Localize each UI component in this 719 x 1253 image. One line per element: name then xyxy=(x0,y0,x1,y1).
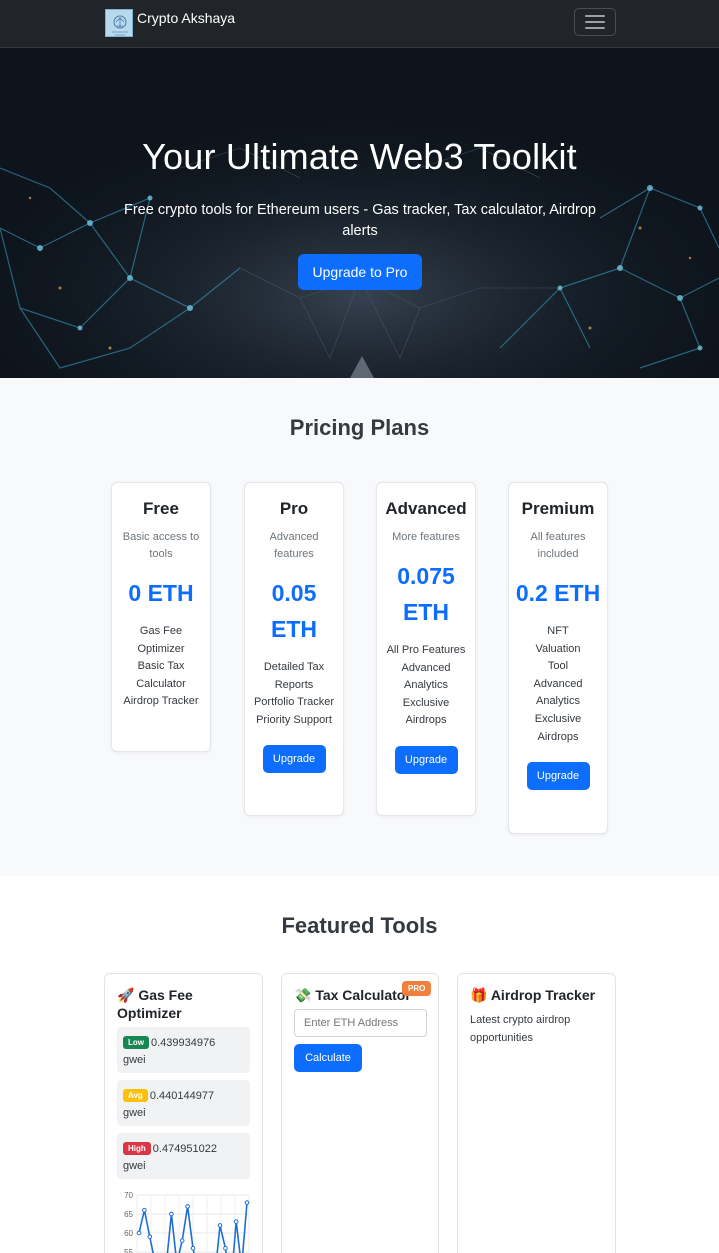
plan-description: Basic access to tools xyxy=(122,531,200,560)
pro-badge: PRO xyxy=(402,981,432,996)
gift-icon: 🎁 xyxy=(470,987,488,1003)
plan-features: Gas Fee Optimizer Basic Tax Calculator A… xyxy=(119,623,203,711)
gas-price-point xyxy=(142,1207,147,1213)
gas-row-high: High 0.474951022 gwei xyxy=(117,1133,250,1179)
featured-tools-title: Featured Tools xyxy=(281,913,438,938)
low-badge: Low xyxy=(123,1036,149,1049)
plan-feature: Exclusive Airdrops xyxy=(402,696,450,727)
gas-unit: gwei xyxy=(123,1107,146,1119)
gas-value: 0.439934976 xyxy=(151,1037,216,1049)
airdrop-tracker-card: 🎁 Airdrop Tracker Latest crypto airdrop … xyxy=(457,973,616,1253)
pricing-section: Pricing Plans xyxy=(0,378,719,876)
plan-description: All features included xyxy=(530,531,586,560)
plan-feature: Portfolio Tracker xyxy=(253,696,335,709)
brain-circuit-logo xyxy=(105,9,133,37)
eth-address-input[interactable] xyxy=(294,1009,427,1037)
airdrop-tool-title-text: Airdrop Tracker xyxy=(490,987,596,1003)
plan-price: 0.05 ETH xyxy=(271,580,317,642)
gas-price-point xyxy=(223,1245,228,1251)
plan-price: 0 ETH xyxy=(128,580,194,606)
brand-link[interactable]: Crypto Akshaya xyxy=(105,9,235,37)
plan-description: Advanced features xyxy=(269,531,319,560)
gas-price-point xyxy=(217,1223,223,1228)
plan-name: Free xyxy=(143,499,179,518)
pricing-title: Pricing Plans xyxy=(289,415,430,440)
plan-card-advanced: Advanced More features 0.075 ETH All Pro… xyxy=(376,482,476,816)
airdrop-tool-title: 🎁 Airdrop Tracker xyxy=(470,986,595,1004)
plan-name: Premium xyxy=(521,499,595,518)
plan-feature: Advanced Analytics xyxy=(533,677,583,708)
money-icon: 💸 xyxy=(294,987,312,1003)
tax-tool-title-text: Tax Calculator xyxy=(315,987,411,1003)
gas-price-point xyxy=(244,1200,250,1205)
brand-name: Crypto Akshaya xyxy=(137,10,236,26)
gas-value: 0.440144977 xyxy=(149,1090,215,1102)
plan-card-premium: Premium All features included 0.2 ETH NF… xyxy=(508,482,608,834)
gas-unit: gwei xyxy=(123,1054,146,1066)
upgrade-to-pro-button[interactable]: Upgrade to Pro xyxy=(298,254,422,290)
gas-price-point xyxy=(190,1245,196,1251)
hero-title: Your Ultimate Web3 Toolkit xyxy=(142,136,577,177)
gas-tool-title: 🚀 Gas Fee Optimizer xyxy=(117,986,257,1022)
gas-row-low: Low 0.439934976 gwei xyxy=(117,1027,250,1073)
plan-price: 0.075 ETH xyxy=(397,563,455,625)
plan-feature: Detailed Tax Reports xyxy=(263,661,325,691)
upgrade-button[interactable]: Upgrade xyxy=(262,745,326,774)
navbar: Crypto Akshaya xyxy=(0,0,719,48)
gas-price-point xyxy=(147,1234,153,1240)
y-tick-label: 65 xyxy=(124,1210,133,1219)
plan-card-pro: Pro Advanced features 0.05 ETH Detailed … xyxy=(244,482,344,816)
gas-price-chart: 70 65 60 55 xyxy=(124,1191,250,1253)
plan-feature: Gas Fee Optimizer xyxy=(137,625,185,655)
plan-name: Advanced xyxy=(385,499,467,518)
high-badge: High xyxy=(123,1142,151,1155)
plan-feature: Exclusive Airdrops xyxy=(534,712,582,743)
rocket-icon: 🚀 xyxy=(117,987,135,1003)
airdrop-description: Latest crypto airdrop opportunities xyxy=(470,1014,571,1044)
tax-calculator-card: 💸 Tax Calculator PRO Calculate xyxy=(281,973,439,1253)
avg-badge: Avg xyxy=(123,1089,148,1102)
plan-name: Pro xyxy=(279,499,309,518)
gas-price-point xyxy=(179,1238,185,1243)
upgrade-button[interactable]: Upgrade xyxy=(526,762,590,791)
gas-value: 0.474951022 xyxy=(152,1143,218,1155)
gas-unit: gwei xyxy=(123,1160,146,1172)
gas-price-point xyxy=(169,1211,174,1217)
hero-section: Your Ultimate Web3 Toolkit Free crypto t… xyxy=(0,48,719,378)
gas-price-point xyxy=(185,1204,190,1209)
y-tick-label: 55 xyxy=(124,1248,133,1253)
gas-price-point xyxy=(136,1230,142,1236)
plan-features: All Pro Features Advanced Analytics Excl… xyxy=(384,642,468,730)
plan-feature: Priority Support xyxy=(256,713,332,726)
tax-tool-title: 💸 Tax Calculator xyxy=(294,986,411,1004)
y-tick-label: 60 xyxy=(124,1229,133,1238)
plan-feature: Advanced Analytics xyxy=(401,661,451,692)
plan-feature: All Pro Features xyxy=(386,644,466,656)
plan-features: NFT Valuation Tool Advanced Analytics Ex… xyxy=(528,623,588,746)
upgrade-button[interactable]: Upgrade xyxy=(394,745,458,774)
plan-feature: NFT Valuation Tool xyxy=(535,625,581,673)
hamburger-icon[interactable] xyxy=(574,8,616,36)
plan-features: Detailed Tax Reports Portfolio Tracker P… xyxy=(252,659,336,729)
plan-feature: Basic Tax Calculator xyxy=(136,660,186,690)
plan-description: More features xyxy=(392,531,460,543)
gas-row-avg: Avg 0.440144977 gwei xyxy=(117,1080,250,1126)
hero-subtitle: Free crypto tools for Ethereum users - G… xyxy=(124,202,596,239)
plan-card-free: Free Basic access to tools 0 ETH Gas Fee… xyxy=(111,482,211,752)
y-tick-label: 70 xyxy=(124,1191,133,1200)
plan-feature: Airdrop Tracker xyxy=(123,695,199,708)
calculate-button[interactable]: Calculate xyxy=(294,1044,362,1072)
plan-price: 0.2 ETH xyxy=(515,580,601,606)
gas-price-point xyxy=(233,1219,239,1224)
gas-fee-optimizer-card: 🚀 Gas Fee Optimizer Low 0.439934976 gwei … xyxy=(104,973,263,1253)
